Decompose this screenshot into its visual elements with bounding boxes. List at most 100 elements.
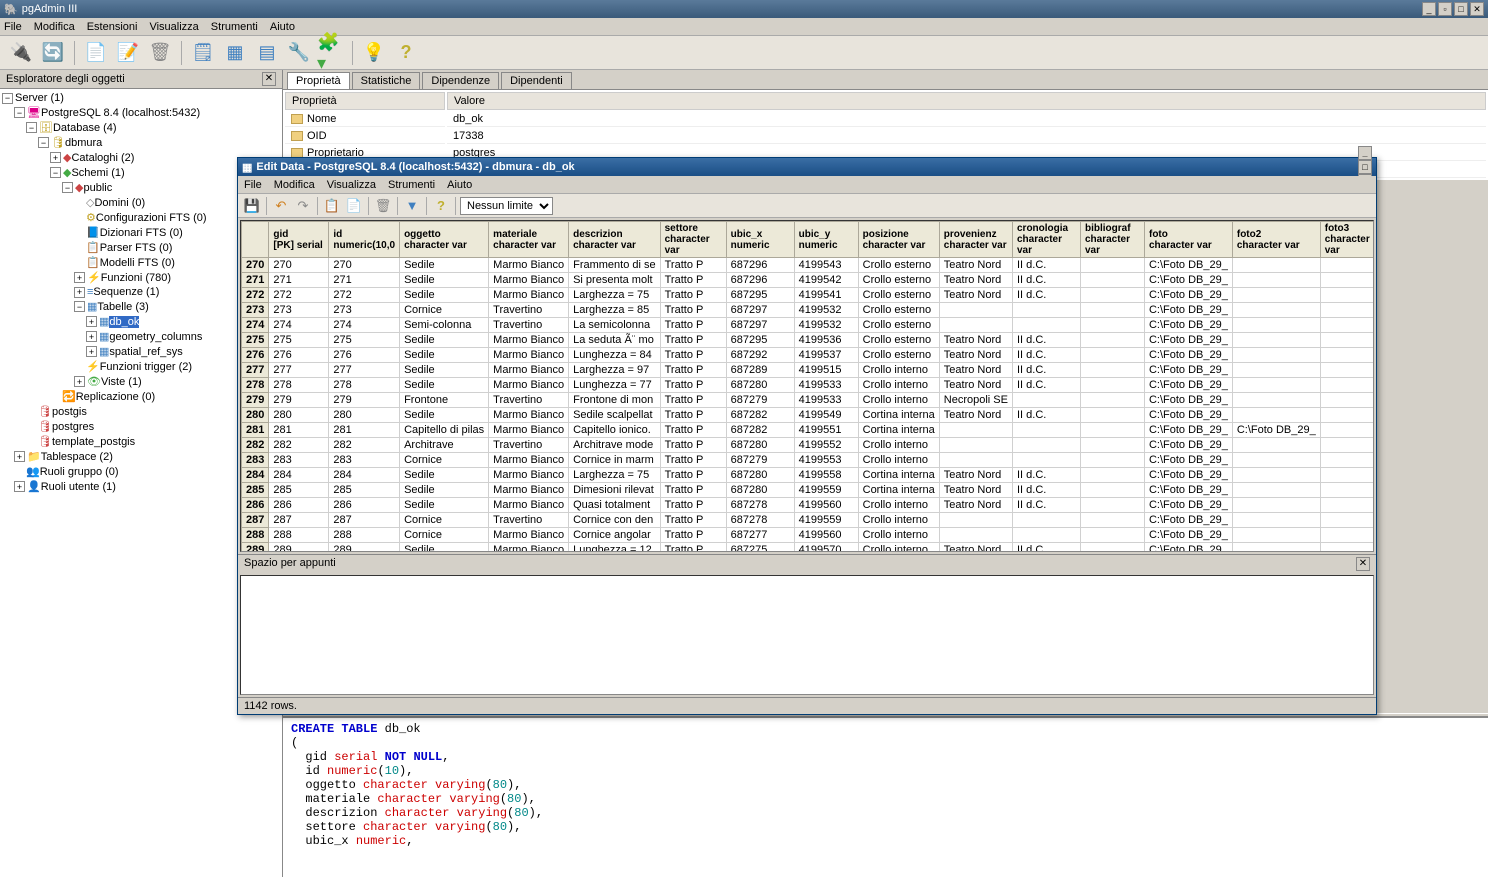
column-header[interactable]: posizionecharacter var	[858, 222, 939, 258]
cell[interactable]	[1320, 528, 1374, 543]
row-header[interactable]: 276	[242, 348, 269, 363]
cell[interactable]	[1080, 438, 1144, 453]
tree-viste[interactable]: Viste (1)	[101, 376, 142, 388]
cell[interactable]	[1232, 363, 1320, 378]
tab-dipendenti[interactable]: Dipendenti	[501, 72, 572, 89]
menu-file[interactable]: File	[4, 21, 22, 33]
tree-parfts[interactable]: Parser FTS (0)	[100, 242, 173, 254]
cell[interactable]: Crollo interno	[858, 543, 939, 553]
cell[interactable]: 4199559	[794, 513, 858, 528]
cell[interactable]	[1012, 318, 1080, 333]
cell[interactable]	[1012, 528, 1080, 543]
cell[interactable]: Frammento di se	[569, 258, 661, 273]
cell[interactable]	[1080, 453, 1144, 468]
cell[interactable]	[1320, 303, 1374, 318]
cell[interactable]: II d.C.	[1012, 498, 1080, 513]
cell[interactable]	[1232, 333, 1320, 348]
tree-server[interactable]: Server (1)	[15, 92, 64, 104]
hint-icon[interactable]: 💡	[359, 38, 389, 68]
cell[interactable]: Tratto P	[660, 318, 726, 333]
cell[interactable]: Tratto P	[660, 378, 726, 393]
filter-icon[interactable]: ▼	[402, 196, 422, 216]
column-header[interactable]: provenienzcharacter var	[939, 222, 1012, 258]
table-row[interactable]: 277277277SedileMarmo BiancoLarghezza = 9…	[242, 363, 1375, 378]
table-row[interactable]: 280280280SedileMarmo BiancoSedile scalpe…	[242, 408, 1375, 423]
cell[interactable]: II d.C.	[1012, 543, 1080, 553]
cell[interactable]: Sedile	[400, 483, 489, 498]
cell[interactable]	[939, 528, 1012, 543]
cell[interactable]: 278	[329, 378, 400, 393]
cell[interactable]: II d.C.	[1012, 483, 1080, 498]
cell[interactable]: Crollo interno	[858, 513, 939, 528]
cell[interactable]: 273	[329, 303, 400, 318]
save-icon[interactable]: 💾	[242, 196, 262, 216]
filter-grid-icon[interactable]: ▤	[252, 38, 282, 68]
cell[interactable]: 687280	[726, 378, 794, 393]
table-row[interactable]: 270270270SedileMarmo BiancoFrammento di …	[242, 258, 1375, 273]
row-header[interactable]: 271	[242, 273, 269, 288]
cell[interactable]	[1080, 543, 1144, 553]
cell[interactable]: 687297	[726, 318, 794, 333]
table-row[interactable]: 279279279FrontoneTravertinoFrontone di m…	[242, 393, 1375, 408]
cell[interactable]	[939, 303, 1012, 318]
cell[interactable]: Tratto P	[660, 528, 726, 543]
cell[interactable]	[1080, 483, 1144, 498]
cell[interactable]: 687280	[726, 483, 794, 498]
cell[interactable]	[939, 513, 1012, 528]
cell[interactable]: Tratto P	[660, 438, 726, 453]
cell[interactable]	[1080, 333, 1144, 348]
tree-cfgfts[interactable]: Configurazioni FTS (0)	[96, 212, 207, 224]
column-header[interactable]: bibliografcharacter var	[1080, 222, 1144, 258]
cell[interactable]: 282	[269, 438, 329, 453]
cell[interactable]: 687277	[726, 528, 794, 543]
cell[interactable]: Tratto P	[660, 543, 726, 553]
cell[interactable]	[1232, 483, 1320, 498]
cell[interactable]: Travertino	[489, 303, 569, 318]
cell[interactable]	[1012, 438, 1080, 453]
cell[interactable]: 270	[269, 258, 329, 273]
cell[interactable]: Semi-colonna	[400, 318, 489, 333]
column-header[interactable]: descrizioncharacter var	[569, 222, 661, 258]
cell[interactable]: 276	[329, 348, 400, 363]
tree-ruoligruppo[interactable]: Ruoli gruppo (0)	[40, 466, 119, 478]
cell[interactable]	[1080, 498, 1144, 513]
row-header[interactable]: 277	[242, 363, 269, 378]
undo-icon[interactable]: ↶	[271, 196, 291, 216]
cell[interactable]	[1080, 378, 1144, 393]
cell[interactable]: Tratto P	[660, 453, 726, 468]
tree-dbok[interactable]: db_ok	[109, 316, 139, 328]
cell[interactable]: Architrave	[400, 438, 489, 453]
cell[interactable]: Tratto P	[660, 423, 726, 438]
tree-dizfts[interactable]: Dizionari FTS (0)	[100, 227, 183, 239]
menu-modifica[interactable]: Modifica	[34, 21, 75, 33]
cell[interactable]: C:\Foto DB_29_	[1144, 528, 1232, 543]
cell[interactable]: 284	[269, 468, 329, 483]
cell[interactable]	[1080, 408, 1144, 423]
cell[interactable]: Sedile	[400, 498, 489, 513]
tree-tabelle[interactable]: Tabelle (3)	[97, 301, 148, 313]
cell[interactable]: Travertino	[489, 438, 569, 453]
tree-tablespace[interactable]: Tablespace (2)	[41, 451, 113, 463]
cell[interactable]	[1012, 513, 1080, 528]
table-row[interactable]: 282282282ArchitraveTravertinoArchitrave …	[242, 438, 1375, 453]
cell[interactable]: Sedile	[400, 348, 489, 363]
cell[interactable]: Tratto P	[660, 273, 726, 288]
cell[interactable]	[1080, 528, 1144, 543]
cell[interactable]: C:\Foto DB_29_	[1144, 273, 1232, 288]
cell[interactable]: Crollo interno	[858, 378, 939, 393]
cell[interactable]: 279	[329, 393, 400, 408]
tab-dipendenze[interactable]: Dipendenze	[422, 72, 499, 89]
cell[interactable]	[1080, 468, 1144, 483]
tree-toggle[interactable]: +	[86, 316, 97, 327]
cell[interactable]	[1232, 438, 1320, 453]
tree-funzioni[interactable]: Funzioni (780)	[101, 272, 171, 284]
cell[interactable]: C:\Foto DB_29_	[1144, 483, 1232, 498]
cell[interactable]: Sedile	[400, 543, 489, 553]
cell[interactable]: Teatro Nord	[939, 288, 1012, 303]
cell[interactable]: 687282	[726, 408, 794, 423]
cell[interactable]: 687280	[726, 438, 794, 453]
cell[interactable]: Teatro Nord	[939, 258, 1012, 273]
cell[interactable]: 271	[329, 273, 400, 288]
cell[interactable]: Crollo interno	[858, 393, 939, 408]
cell[interactable]: Crollo interno	[858, 363, 939, 378]
